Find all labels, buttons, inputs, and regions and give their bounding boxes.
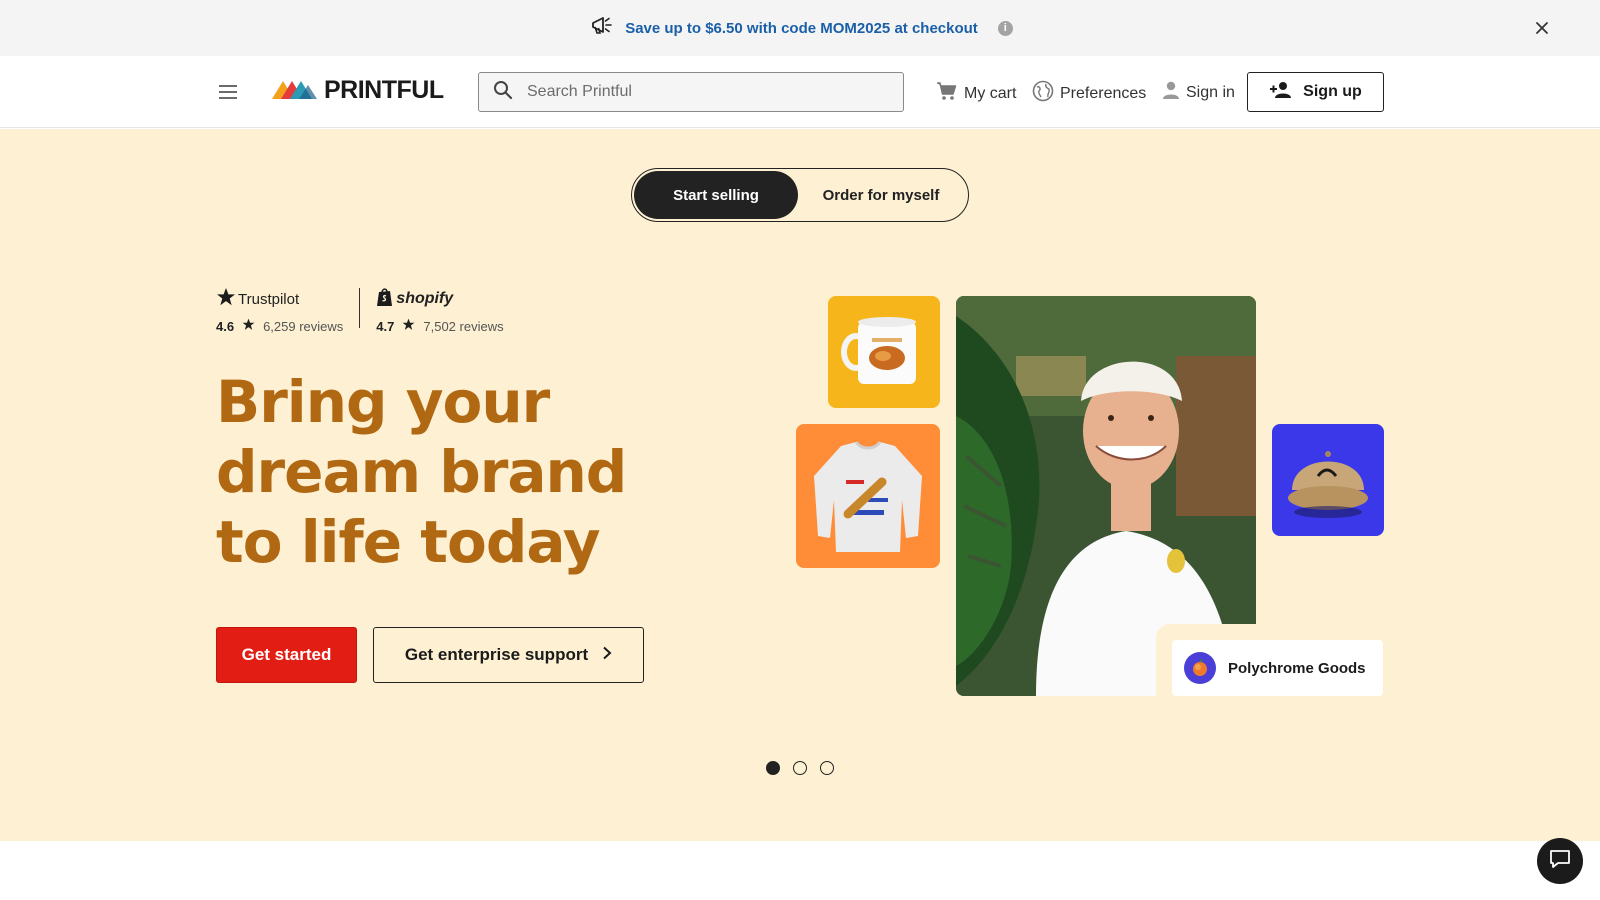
search-icon — [493, 80, 513, 105]
order-for-myself-tab[interactable]: Order for myself — [798, 171, 964, 219]
chat-bubble-icon — [1548, 848, 1572, 875]
start-selling-tab[interactable]: Start selling — [634, 171, 798, 219]
carousel-dot-3[interactable] — [820, 761, 834, 775]
search-input[interactable] — [527, 83, 867, 101]
audience-toggle: Start selling Order for myself — [631, 168, 969, 222]
close-icon[interactable] — [1530, 16, 1554, 40]
hero-section: Start selling Order for myself Trustpilo… — [0, 129, 1600, 841]
megaphone-icon — [589, 15, 615, 42]
trustpilot-review-count: 6,259 reviews — [263, 318, 344, 334]
mug-product-image — [828, 296, 940, 408]
cap-product-image — [1272, 424, 1384, 536]
star-icon — [242, 318, 255, 334]
user-icon — [1162, 80, 1180, 105]
signup-label: Sign up — [1303, 83, 1362, 100]
preferences-link[interactable]: Preferences — [1032, 80, 1146, 107]
trustpilot-star-icon — [216, 287, 236, 312]
carousel-dots — [766, 761, 834, 775]
logo-wordmark: PRINTFUL — [324, 76, 444, 104]
info-icon[interactable]: i — [997, 20, 1013, 36]
trustpilot-score: 4.6 — [216, 318, 235, 334]
carousel-dot-2[interactable] — [793, 761, 807, 775]
shopify-review-count: 7,502 reviews — [423, 318, 504, 334]
review-divider — [359, 288, 361, 328]
signin-link[interactable]: Sign in — [1162, 80, 1235, 105]
hamburger-menu-icon[interactable] — [216, 80, 240, 104]
shop-name: Polychrome Goods — [1228, 659, 1366, 677]
signup-button[interactable]: Sign up — [1247, 72, 1384, 112]
star-icon — [402, 318, 415, 334]
globe-icon — [1032, 80, 1054, 107]
signin-label: Sign in — [1186, 83, 1235, 101]
shopify-bag-icon — [376, 287, 394, 312]
get-started-button[interactable]: Get started — [216, 627, 357, 683]
search-box[interactable] — [478, 72, 904, 112]
trustpilot-rating[interactable]: Trustpilot 4.6 6,259 reviews — [216, 287, 344, 334]
sweatshirt-product-image — [796, 424, 940, 568]
promo-content[interactable]: Save up to $6.50 with code MOM2025 at ch… — [589, 15, 1013, 42]
shop-card: Polychrome Goods — [1172, 640, 1383, 696]
hero-headline: Bring your dream brand to life today — [216, 368, 627, 576]
cart-icon — [936, 80, 958, 107]
enterprise-support-button[interactable]: Get enterprise support — [373, 627, 644, 683]
shopify-score: 4.7 — [376, 318, 395, 334]
cart-label: My cart — [964, 84, 1017, 102]
enterprise-support-label: Get enterprise support — [404, 645, 589, 664]
promo-bar: Save up to $6.50 with code MOM2025 at ch… — [0, 0, 1600, 56]
shopify-wordmark: shopify — [396, 290, 454, 307]
shop-avatar — [1184, 652, 1216, 684]
carousel-dot-1[interactable] — [766, 761, 780, 775]
cart-link[interactable]: My cart — [936, 80, 1016, 107]
add-user-icon — [1269, 81, 1293, 104]
trustpilot-wordmark: Trustpilot — [238, 290, 300, 308]
chevron-right-icon — [602, 645, 612, 665]
preferences-label: Preferences — [1060, 84, 1147, 102]
chat-button[interactable] — [1537, 838, 1583, 884]
review-ratings: Trustpilot 4.6 6,259 reviews shopify 4.7… — [216, 287, 504, 334]
logo-mark-icon — [272, 77, 320, 104]
promo-text[interactable]: Save up to $6.50 with code MOM2025 at ch… — [625, 20, 978, 37]
shopify-rating[interactable]: shopify 4.7 7,502 reviews — [376, 287, 504, 334]
site-header: PRINTFUL My cart Preferences — [0, 56, 1600, 128]
printful-logo[interactable]: PRINTFUL — [272, 76, 444, 105]
